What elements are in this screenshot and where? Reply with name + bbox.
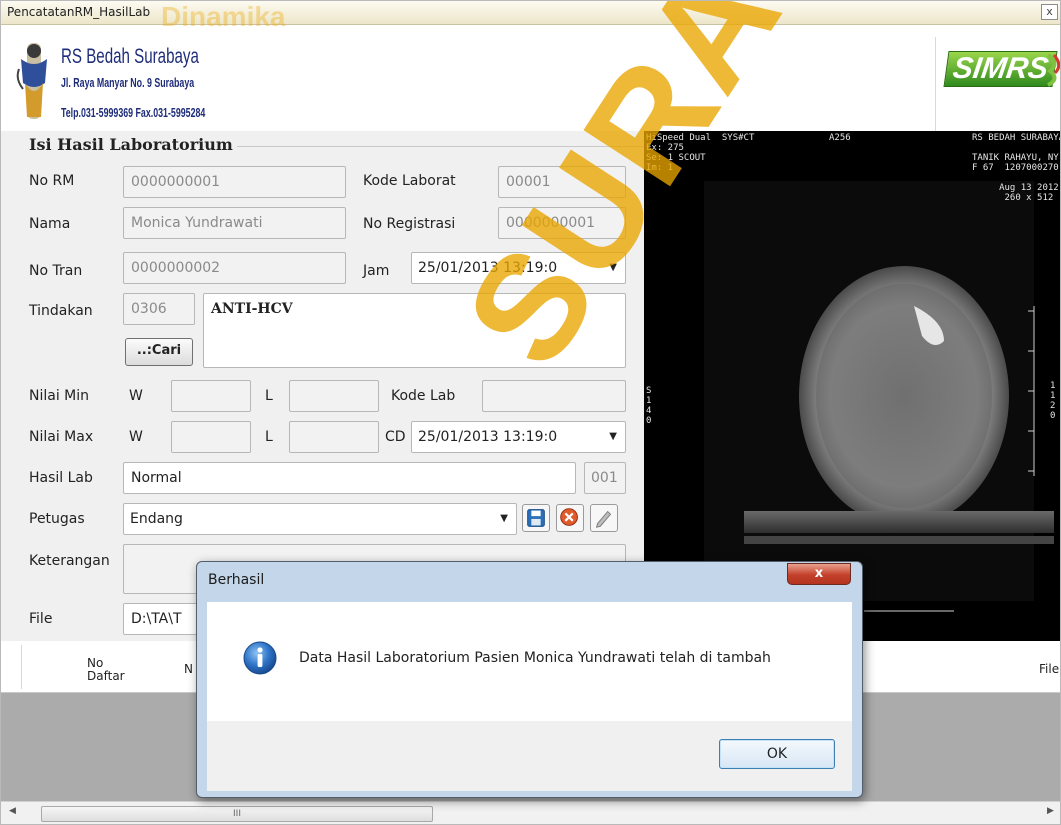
jam-label: Jam <box>363 263 390 279</box>
group-divider <box>237 146 643 147</box>
dialog-footer: OK <box>207 721 852 791</box>
info-icon <box>243 641 277 675</box>
dialog-title: Berhasil <box>208 572 265 588</box>
dialog-body: Data Hasil Laboratorium Pasien Monica Yu… <box>207 602 852 721</box>
no-tran-label: No Tran <box>29 263 83 279</box>
column-header-file[interactable]: File <box>1039 663 1059 676</box>
nilai-min-l-label: L <box>265 388 273 404</box>
xray-scan-id: A256 <box>829 133 851 143</box>
column-separator <box>21 645 22 689</box>
kode-lab-label: Kode Lab <box>391 388 456 404</box>
tindakan-label: Tindakan <box>29 303 93 319</box>
jam-datetime-picker[interactable]: 25/01/2013 13:19:0 ▼ <box>411 252 626 284</box>
scrollbar-thumb[interactable]: III <box>41 806 433 822</box>
dialog-close-button[interactable]: x <box>787 563 851 585</box>
hospital-address: Jl. Raya Manyar No. 9 Surabaya <box>61 75 195 90</box>
kode-laborat-label: Kode Laborat <box>363 173 456 189</box>
nilai-min-label: Nilai Min <box>29 388 90 404</box>
success-dialog[interactable]: Berhasil x Data Hasil Laboratorium Pasie… <box>196 561 863 798</box>
floppy-disk-icon <box>527 509 545 527</box>
keterangan-label: Keterangan <box>29 553 110 569</box>
save-button[interactable] <box>522 504 550 532</box>
jam-value: 25/01/2013 13:19:0 <box>418 260 558 276</box>
pencil-icon <box>595 510 612 528</box>
xray-right-marks: 1 1 2 0 <box>1050 381 1056 421</box>
hospital-logo-icon <box>16 43 47 119</box>
ok-button[interactable]: OK <box>719 739 835 769</box>
window-close-button[interactable]: x <box>1041 4 1058 20</box>
hasil-lab-code-field[interactable]: 001 <box>584 462 626 494</box>
nilai-min-w-field[interactable] <box>171 380 251 412</box>
nilai-min-l-field[interactable] <box>289 380 379 412</box>
nilai-min-w-label: W <box>129 388 143 404</box>
nilai-max-w-label: W <box>129 429 143 445</box>
nama-field[interactable]: Monica Yundrawati <box>123 207 346 239</box>
hospital-header: RS Bedah Surabaya Jl. Raya Manyar No. 9 … <box>1 25 1060 131</box>
no-registrasi-label: No Registrasi <box>363 216 456 232</box>
cd-label: CD <box>385 429 406 445</box>
column-header-nama[interactable]: N <box>184 663 193 676</box>
no-registrasi-field[interactable]: 0000000001 <box>498 207 626 239</box>
kode-laborat-field[interactable]: 00001 <box>498 166 626 198</box>
nilai-max-l-label: L <box>265 429 273 445</box>
cancel-icon <box>560 508 578 526</box>
edit-button[interactable] <box>590 504 618 532</box>
petugas-label: Petugas <box>29 511 85 527</box>
tindakan-name-field[interactable]: ANTI-HCV <box>203 293 626 368</box>
xray-patient-info: RS BEDAH SURABAYA TANIK RAHAYU, NY F 67 … <box>972 133 1061 203</box>
cd-datetime-picker[interactable]: 25/01/2013 13:19:0 ▼ <box>411 421 626 453</box>
scroll-right-icon[interactable]: ▶ <box>1047 806 1054 816</box>
ribbon-logo-icon <box>1046 53 1060 87</box>
cari-button[interactable]: ..:Cari <box>125 338 193 366</box>
dialog-message: Data Hasil Laboratorium Pasien Monica Yu… <box>299 650 771 666</box>
file-label: File <box>29 611 53 627</box>
hospital-phone: Telp.031-5999369 Fax.031-5995284 <box>61 105 206 120</box>
nama-label: Nama <box>29 216 71 232</box>
tindakan-code-field[interactable]: 0306 <box>123 293 195 325</box>
hasil-lab-label: Hasil Lab <box>29 470 93 486</box>
petugas-value: Endang <box>130 511 183 527</box>
window-title: PencatatanRM_HasilLab <box>7 5 151 19</box>
chevron-down-icon[interactable]: ▼ <box>609 422 617 452</box>
column-header-no-daftar[interactable]: No Daftar <box>87 657 125 683</box>
simrs-logo-text: SIMRS <box>943 51 1058 87</box>
horizontal-scrollbar[interactable]: ◀ III ▶ <box>1 801 1060 824</box>
app-window: PencatatanRM_HasilLab x RS Bedah Surabay… <box>0 0 1061 825</box>
nilai-max-w-field[interactable] <box>171 421 251 453</box>
nilai-max-label: Nilai Max <box>29 429 94 445</box>
no-tran-field[interactable]: 0000000002 <box>123 252 346 284</box>
form-title: Isi Hasil Laboratorium <box>29 135 233 154</box>
petugas-select[interactable]: Endang ▼ <box>123 503 517 535</box>
nilai-max-l-field[interactable] <box>289 421 379 453</box>
chevron-down-icon[interactable]: ▼ <box>500 504 508 534</box>
simrs-logo: SIMRS <box>935 37 1060 131</box>
cd-value: 25/01/2013 13:19:0 <box>418 429 558 445</box>
hospital-name: RS Bedah Surabaya <box>61 45 199 68</box>
cancel-button[interactable] <box>556 504 584 532</box>
chevron-down-icon[interactable]: ▼ <box>609 253 617 283</box>
no-rm-label: No RM <box>29 173 75 189</box>
scroll-left-icon[interactable]: ◀ <box>9 806 16 816</box>
title-bar[interactable]: PencatatanRM_HasilLab x <box>1 1 1060 25</box>
xray-scan-info: HiSpeed Dual SYS#CT Ex: 275 Se: 1 SCOUT … <box>646 133 755 173</box>
no-rm-field[interactable]: 0000000001 <box>123 166 346 198</box>
hasil-lab-field[interactable]: Normal <box>123 462 576 494</box>
xray-left-marks: S 1 4 0 <box>646 386 652 426</box>
kode-lab-field[interactable] <box>482 380 626 412</box>
